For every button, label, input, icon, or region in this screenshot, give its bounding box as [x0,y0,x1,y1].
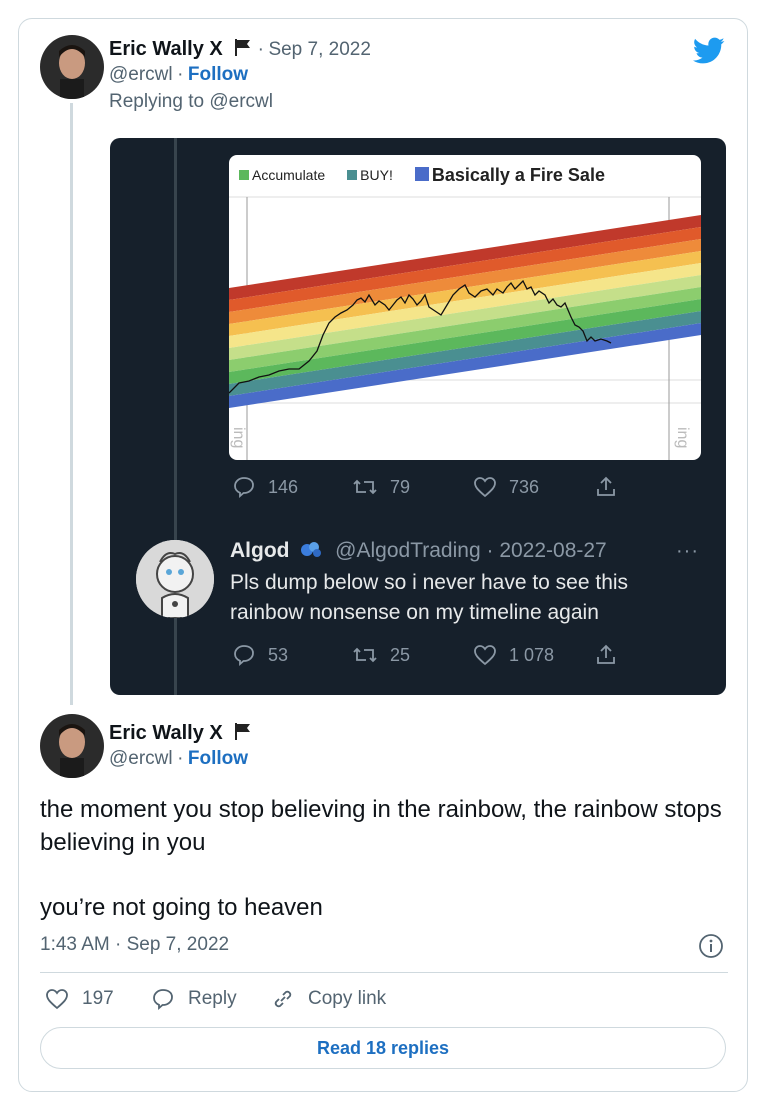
divider [40,972,728,973]
author-avatar-2[interactable] [40,714,104,778]
author-handle[interactable]: @ercwl [109,64,173,85]
more-icon[interactable]: ··· [676,540,699,563]
link-icon [274,990,292,1008]
author-name-2[interactable]: Eric Wally X [109,722,223,744]
quoted-reply-count: 53 [268,644,289,665]
tweet-text: the moment you stop believing in the rai… [40,793,730,924]
quoted-date[interactable]: 2022-08-27 [499,539,606,562]
copy-link-button[interactable]: Copy link [270,987,386,1011]
rainbow-chart: Accumulate BUY! Basically a Fire Sale in… [229,155,701,460]
reply-icon [234,477,254,498]
tweet2-handle-row: @ercwl · Follow [109,748,248,770]
tweet-text-line1: the moment you stop believing in the rai… [40,796,722,856]
quoted-share[interactable] [594,643,618,667]
twitter-bird-icon[interactable] [693,37,725,70]
reply-icon [153,989,173,1010]
read-replies-button[interactable]: Read 18 replies [40,1027,726,1069]
embed-retweet[interactable]: 79 [352,475,410,499]
follow-separator: · [177,64,184,85]
embedded-image[interactable]: Accumulate BUY! Basically a Fire Sale in… [110,138,726,695]
tweet-date[interactable]: Sep 7, 2022 [268,39,370,60]
follow-button[interactable]: Follow [188,64,248,85]
embed-reply[interactable]: 146 [232,475,298,499]
quoted-header: Algod @AlgodTrading · 2022-08-27 [230,538,607,566]
verified-badge-icon [299,538,323,566]
flag-icon [233,721,253,746]
rainbow-bands [229,215,701,408]
embed-actions: 146 79 736 [230,475,700,503]
share-icon [597,644,615,664]
like-count-main: 197 [82,988,114,1009]
embed-share[interactable] [594,475,618,499]
quoted-text: Pls dump below so i never have to see th… [230,571,629,624]
watermark-left: ing [230,427,247,449]
retweet-count: 79 [390,476,411,497]
flag-icon [233,37,253,62]
tweet-timestamp[interactable]: 1:43 AM · Sep 7, 2022 [40,934,229,956]
reply-label: Reply [188,988,237,1009]
like-icon [474,645,496,666]
like-icon [46,989,68,1010]
tweet-text-line2: you’re not going to heaven [40,894,323,921]
watermark-right: ing [674,427,691,449]
like-icon [474,477,496,498]
follow-button-2[interactable]: Follow [188,748,248,769]
share-icon [597,476,615,496]
author-name[interactable]: Eric Wally X [109,38,223,60]
embed-like[interactable]: 736 [473,475,539,499]
reply-icon [234,645,254,666]
quoted-handle[interactable]: @AlgodTrading [335,539,480,562]
author-handle-2[interactable]: @ercwl [109,748,173,769]
like-count: 736 [509,476,540,497]
thread-line [70,103,73,705]
tweet1-header: Eric Wally X · Sep 7, 2022 [109,37,371,62]
reply-count: 146 [268,476,299,497]
quoted-sep: · [486,539,494,562]
retweet-icon [353,479,377,495]
quoted-reply[interactable]: 53 [232,643,288,667]
replying-to[interactable]: Replying to @ercwl [109,91,273,113]
tweet2-header: Eric Wally X [109,721,253,746]
quoted-retweet-count: 25 [390,644,411,665]
quoted-name[interactable]: Algod [230,539,289,562]
rainbow-chart-svg [229,196,701,460]
tweet1-handle-row: @ercwl · Follow [109,64,248,86]
author-avatar[interactable] [40,35,104,99]
follow-separator-2: · [177,748,184,769]
info-icon[interactable] [698,933,724,964]
date-separator: · [257,39,264,60]
retweet-icon [353,647,377,663]
quoted-actions: 53 25 1 078 [230,643,700,671]
quoted-like[interactable]: 1 078 [473,643,554,667]
quoted-like-count: 1 078 [509,644,555,665]
quoted-retweet[interactable]: 25 [352,643,410,667]
quoted-avatar[interactable] [136,540,214,618]
copy-link-label: Copy link [308,988,387,1009]
reply-button[interactable]: Reply [150,987,237,1011]
like-button[interactable]: 197 [44,987,114,1011]
